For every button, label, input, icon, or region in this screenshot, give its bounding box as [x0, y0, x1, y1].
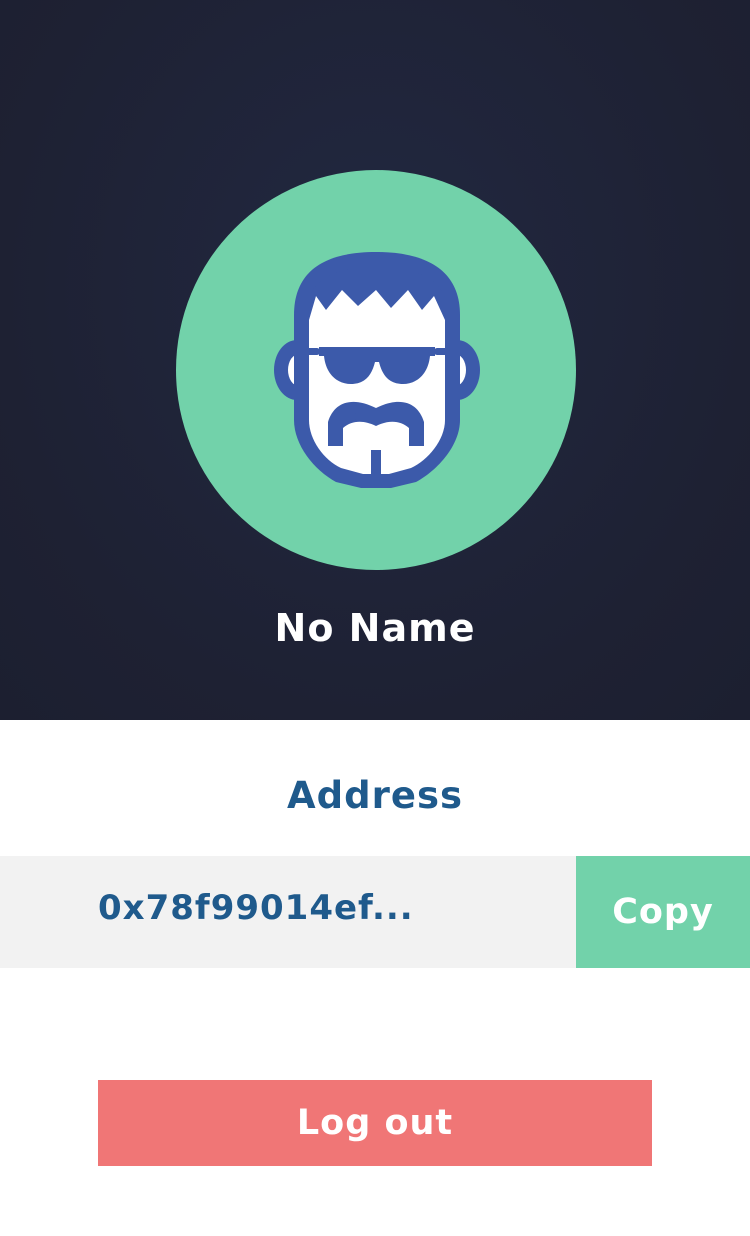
avatar: [176, 170, 576, 570]
logout-button[interactable]: Log out: [98, 1080, 652, 1166]
profile-header: No Name: [0, 0, 750, 720]
address-value: 0x78f99014ef...: [98, 888, 414, 928]
address-title: Address: [287, 774, 463, 817]
address-row: 0x78f99014ef... Copy: [0, 856, 750, 968]
bearded-sunglasses-face-icon: [274, 252, 480, 488]
profile-name: No Name: [274, 606, 476, 650]
copy-button[interactable]: Copy: [576, 856, 750, 968]
